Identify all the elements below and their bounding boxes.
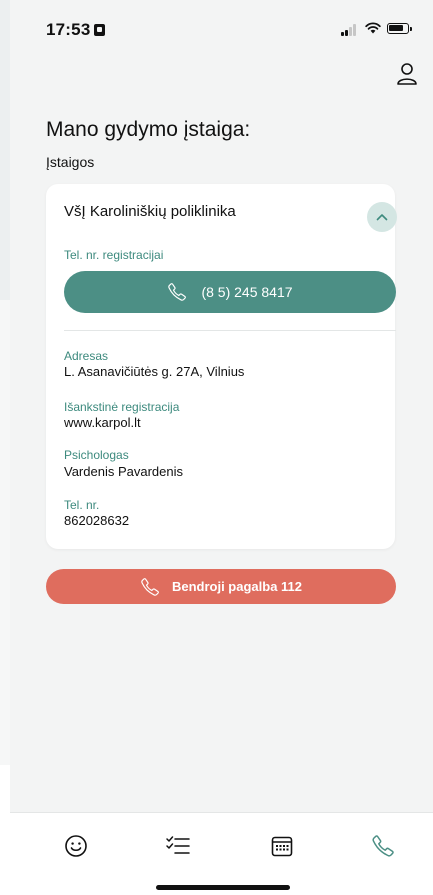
home-indicator[interactable] <box>156 885 290 890</box>
smiley-icon <box>65 835 87 857</box>
wifi-icon <box>365 22 381 36</box>
person-icon <box>397 63 417 85</box>
tab-bar <box>10 812 433 895</box>
calendar-icon <box>271 836 293 857</box>
status-time: 17:53 <box>46 20 106 40</box>
contact-phone-value[interactable]: 862028632 <box>64 513 129 528</box>
institution-name: VšĮ Karoliniškių poliklinika <box>64 203 236 220</box>
tab-calendar[interactable] <box>269 833 295 859</box>
battery-icon <box>387 23 412 34</box>
background-strip-panel <box>0 765 10 895</box>
address-value: L. Asanavičiūtės g. 27A, Vilnius <box>64 364 245 379</box>
app-screen: 17:53 Mano gydymo įstaiga: Įstaigos VšĮ … <box>10 0 433 895</box>
status-bar: 17:53 <box>10 0 433 58</box>
contact-phone-label: Tel. nr. <box>64 498 100 512</box>
pre-registration-label: Išankstinė registracija <box>64 400 180 414</box>
emergency-label: Bendroji pagalba 112 <box>171 579 303 594</box>
tab-contacts[interactable] <box>370 833 396 859</box>
institution-card: VšĮ Karoliniškių poliklinika Tel. nr. re… <box>46 184 397 549</box>
background-strip-panel <box>0 300 10 685</box>
chevron-up-icon <box>376 214 388 221</box>
checklist-icon <box>166 836 190 854</box>
page-title: Mano gydymo įstaiga: <box>46 118 251 141</box>
profile-button[interactable] <box>396 62 418 86</box>
tab-mood[interactable] <box>63 833 89 859</box>
divider <box>64 330 396 331</box>
sim-card-icon <box>94 24 106 36</box>
tab-tasks[interactable] <box>165 833 191 859</box>
cellular-signal-icon <box>341 24 359 36</box>
background-strip <box>0 0 10 895</box>
phone-icon <box>168 283 187 301</box>
background-strip-panel <box>0 685 10 765</box>
emergency-call-button[interactable]: Bendroji pagalba 112 <box>46 569 396 604</box>
phone-icon <box>372 835 394 857</box>
status-time-text: 17:53 <box>46 20 91 39</box>
address-label: Adresas <box>64 349 109 363</box>
psychologist-name: Vardenis Pavardenis <box>64 464 183 479</box>
registration-phone-label: Tel. nr. registracijai <box>64 248 164 262</box>
phone-icon <box>141 577 159 596</box>
section-label: Įstaigos <box>46 154 95 170</box>
collapse-button[interactable] <box>367 202 397 232</box>
psychologist-label: Psichologas <box>64 448 129 462</box>
pre-registration-link[interactable]: www.karpol.lt <box>64 415 141 430</box>
call-registration-button[interactable]: (8 5) 245 8417 <box>64 271 396 313</box>
registration-phone-number: (8 5) 245 8417 <box>201 284 293 300</box>
